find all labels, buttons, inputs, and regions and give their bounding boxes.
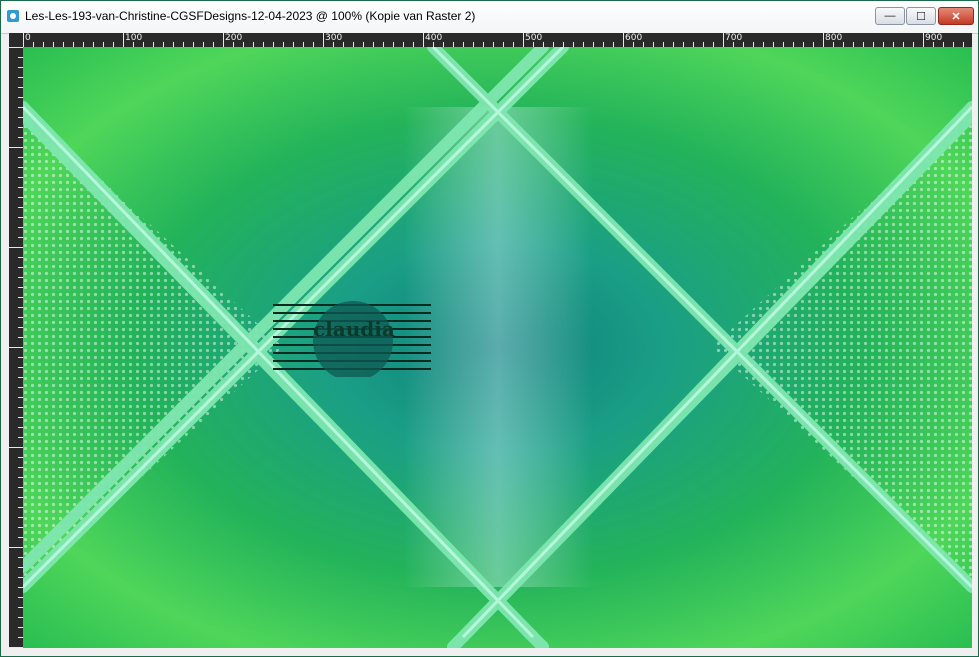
close-button[interactable]: ✕ xyxy=(938,7,974,25)
ruler-label: 0 xyxy=(25,33,31,43)
watermark-text: claudia xyxy=(313,317,395,341)
close-icon: ✕ xyxy=(951,10,961,23)
maximize-icon: ☐ xyxy=(916,10,926,23)
ruler-label: 200 xyxy=(225,33,243,43)
ruler-label: 800 xyxy=(825,33,843,43)
ruler-label: 100 xyxy=(125,33,143,43)
artwork xyxy=(23,47,972,648)
ruler-label: 300 xyxy=(325,33,343,43)
ruler-label: 700 xyxy=(725,33,743,43)
ruler-label: 400 xyxy=(425,33,443,43)
vertical-ruler[interactable] xyxy=(9,47,23,648)
maximize-button[interactable]: ☐ xyxy=(906,7,936,25)
ruler-corner xyxy=(9,33,23,47)
ruler-label: 600 xyxy=(625,33,643,43)
ruler-label: 900 xyxy=(925,33,943,43)
ruler-label: 500 xyxy=(525,33,543,43)
minimize-icon: — xyxy=(884,10,896,22)
titlebar[interactable]: Les-Les-193-van-Christine-CGSFDesigns-12… xyxy=(1,1,978,34)
window-title: Les-Les-193-van-Christine-CGSFDesigns-12… xyxy=(25,9,476,23)
image-canvas[interactable]: claudia xyxy=(23,47,972,648)
minimize-button[interactable]: — xyxy=(875,7,905,25)
watermark-logo: claudia xyxy=(273,301,431,381)
horizontal-ruler[interactable]: 0 100 200 300 400 500 600 700 800 900 xyxy=(23,33,972,47)
vertical-ruler-ticks xyxy=(9,47,23,648)
app-icon xyxy=(7,10,19,22)
image-window: Les-Les-193-van-Christine-CGSFDesigns-12… xyxy=(0,0,979,657)
